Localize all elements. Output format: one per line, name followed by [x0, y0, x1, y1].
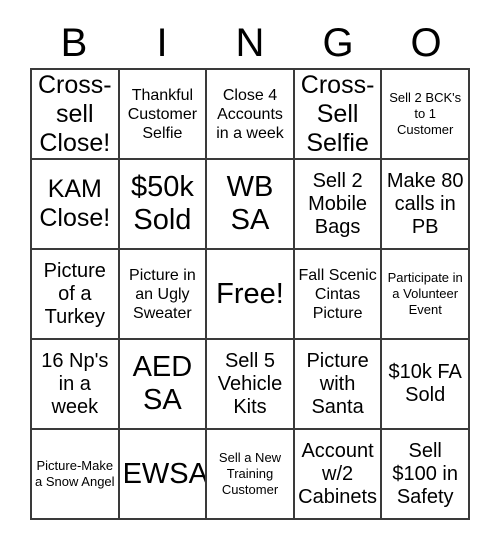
header-letter-i: I [156, 21, 168, 65]
bingo-cell-label: Sell 5 Vehicle Kits [217, 349, 283, 418]
bingo-cell-r2c2[interactable]: $50k Sold [119, 160, 208, 250]
bingo-cell-label: Make 80 calls in PB [386, 169, 464, 238]
bingo-cell-r4c1[interactable]: 16 Np's in a week [32, 340, 120, 430]
bingo-cell-label: Picture in an Ugly Sweater [129, 266, 196, 322]
header-letter-b: B [60, 21, 88, 65]
bingo-cell-label: $10k FA Sold [388, 361, 462, 406]
bingo-cell-r1c5[interactable]: Sell 2 BCK's to 1 Customer [382, 70, 470, 160]
bingo-cell-label: Participate in a Volunteer Event [387, 270, 463, 317]
bingo-cell-label: Fall Scenic Cintas Picture [298, 266, 377, 322]
bingo-cell-r4c5[interactable]: $10k FA Sold [382, 340, 470, 430]
bingo-cell-label: KAM Close! [39, 175, 111, 232]
bingo-cell-label: Sell 2 Mobile Bags [308, 169, 368, 238]
bingo-cell-r3c4[interactable]: Fall Scenic Cintas Picture [294, 250, 383, 340]
bingo-grid: Cross-sell Close! Thankful Customer Selfi… [30, 68, 470, 520]
header-letter-n: N [235, 21, 265, 65]
bingo-cell-r1c1[interactable]: Cross-sell Close! [32, 70, 120, 160]
bingo-card: B I N G O Cross-sell Close! Thankful Cust… [0, 0, 500, 544]
bingo-cell-label: Close 4 Accounts in a week [216, 86, 284, 142]
bingo-cell-r5c4[interactable]: Account w/2 Cabinets [294, 430, 383, 520]
bingo-cell-r2c1[interactable]: KAM Close! [32, 160, 120, 250]
bingo-cell-label: Picture of a Turkey [43, 259, 106, 328]
bingo-cell-label: 16 Np's in a week [41, 349, 109, 418]
bingo-cell-label: Thankful Customer Selfie [127, 86, 198, 142]
bingo-cell-r1c4[interactable]: Cross-Sell Selfie [294, 70, 383, 160]
bingo-cell-r5c2[interactable]: EWSA [119, 430, 208, 520]
bingo-cell-label: Cross-Sell Selfie [300, 70, 375, 157]
bingo-cell-r2c4[interactable]: Sell 2 Mobile Bags [294, 160, 383, 250]
bingo-cell-r2c5[interactable]: Make 80 calls in PB [382, 160, 470, 250]
bingo-cell-r2c3[interactable]: WB SA [207, 160, 295, 250]
bingo-cell-r3c5[interactable]: Participate in a Volunteer Event [382, 250, 470, 340]
bingo-cell-r5c1[interactable]: Picture-Make a Snow Angel [32, 430, 120, 520]
bingo-cell-label: EWSA [122, 457, 208, 490]
bingo-cell-label: Sell $100 in Safety [392, 439, 458, 508]
bingo-cell-label: Sell a New Training Customer [218, 450, 282, 497]
bingo-cell-label: WB SA [226, 171, 274, 236]
bingo-cell-r4c2[interactable]: AED SA [119, 340, 208, 430]
bingo-cell-label: $50k Sold [130, 171, 194, 236]
bingo-cell-r3c1[interactable]: Picture of a Turkey [32, 250, 120, 340]
bingo-cell-label: Free! [216, 277, 284, 310]
bingo-cell-label: AED SA [132, 351, 193, 416]
bingo-cell-r5c3[interactable]: Sell a New Training Customer [207, 430, 295, 520]
bingo-header: B I N G O [30, 0, 470, 68]
bingo-cell-r1c2[interactable]: Thankful Customer Selfie [119, 70, 208, 160]
bingo-cell-label: Cross-sell Close! [37, 70, 112, 157]
bingo-cell-label: Picture-Make a Snow Angel [35, 458, 115, 489]
bingo-cell-r4c4[interactable]: Picture with Santa [294, 340, 383, 430]
bingo-cell-r1c3[interactable]: Close 4 Accounts in a week [207, 70, 295, 160]
bingo-cell-r4c3[interactable]: Sell 5 Vehicle Kits [207, 340, 295, 430]
bingo-cell-r3c3[interactable]: Free! [207, 250, 295, 340]
bingo-cell-label: Picture with Santa [306, 349, 369, 418]
header-letter-g: G [322, 21, 354, 65]
bingo-cell-r5c5[interactable]: Sell $100 in Safety [382, 430, 470, 520]
header-letter-o: O [410, 21, 442, 65]
bingo-cell-r3c2[interactable]: Picture in an Ugly Sweater [119, 250, 208, 340]
bingo-cell-label: Account w/2 Cabinets [298, 439, 378, 508]
bingo-cell-label: Sell 2 BCK's to 1 Customer [389, 90, 462, 137]
